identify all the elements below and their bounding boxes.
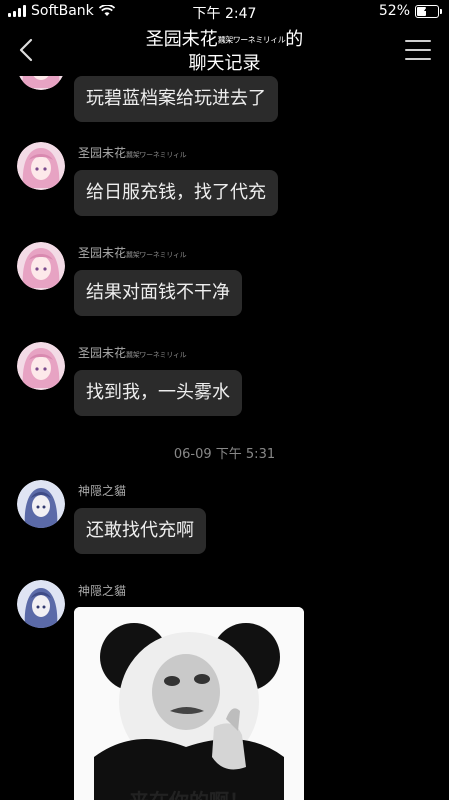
panda-meme-icon (74, 607, 304, 800)
title-suffix: 的 (285, 29, 304, 50)
sender-name: 圣园未花蠶架ワーネミリィル (78, 344, 187, 361)
back-chevron-icon (19, 38, 33, 62)
title-line2: 聊天记录 (188, 52, 261, 74)
battery-percent: 52% (378, 3, 410, 19)
sender-name-tiny: 蠶架ワーネミリィル (126, 351, 187, 359)
message-bubble[interactable]: 玩碧蓝档案给玩进去了 (74, 76, 278, 122)
avatar-image (17, 342, 65, 390)
avatar-image (17, 142, 65, 190)
status-bar: SoftBank 下午 2:47 52% (0, 0, 449, 24)
avatar[interactable] (17, 480, 65, 528)
avatar[interactable] (17, 142, 65, 190)
sticker-image[interactable]: 来在你的啊！ (74, 607, 304, 800)
sender-name-tiny: 蠶架ワーネミリィル (126, 251, 187, 259)
sender-name-text: 圣园未花 (78, 346, 127, 360)
message-bubble[interactable]: 还敢找代充啊 (74, 508, 206, 554)
menu-button[interactable] (405, 36, 431, 64)
battery-icon (415, 4, 442, 18)
sender-name-text: 圣园未花 (78, 146, 127, 160)
sender-name-text: 圣园未花 (78, 246, 127, 260)
sender-name-tiny: 蠶架ワーネミリィル (126, 151, 187, 159)
sender-name: 神隠之貓 (78, 584, 127, 598)
status-right: 52% (378, 3, 442, 19)
avatar[interactable] (17, 242, 65, 290)
sender-name: 圣园未花蠶架ワーネミリィル (78, 244, 187, 261)
message-bubble[interactable]: 给日服充钱，找了代充 (74, 170, 278, 216)
back-button[interactable] (12, 32, 40, 68)
timestamp: 06-09 下午 5:31 (173, 447, 276, 462)
avatar[interactable] (17, 342, 65, 390)
sender-name: 圣园未花蠶架ワーネミリィル (78, 144, 187, 161)
avatar[interactable] (17, 76, 65, 90)
message-bubble[interactable]: 找到我，一头雾水 (74, 370, 242, 416)
avatar-image (17, 480, 65, 528)
title-name: 圣园未花 (145, 29, 218, 50)
avatar-image (19, 76, 63, 90)
message-bubble[interactable]: 结果对面钱不干净 (74, 270, 242, 316)
avatar-image (17, 580, 65, 628)
chat-list[interactable]: 玩碧蓝档案给玩进去了 圣园未花蠶架ワーネミリィル 给日服充钱，找了代充 圣园未花… (0, 76, 449, 800)
title-tiny-text: 蠶架ワーネミリィル (217, 35, 286, 45)
avatar-image (17, 242, 65, 290)
sender-name: 神隠之貓 (78, 484, 127, 498)
avatar[interactable] (17, 580, 65, 628)
page-title: 圣园未花蠶架ワーネミリィル的 聊天记录 (70, 28, 379, 75)
menu-icon (405, 40, 431, 42)
chat-header: 圣园未花蠶架ワーネミリィル的 聊天记录 (0, 24, 449, 76)
sticker-caption: 来在你的啊！ (74, 785, 304, 800)
charging-icon (424, 5, 430, 15)
